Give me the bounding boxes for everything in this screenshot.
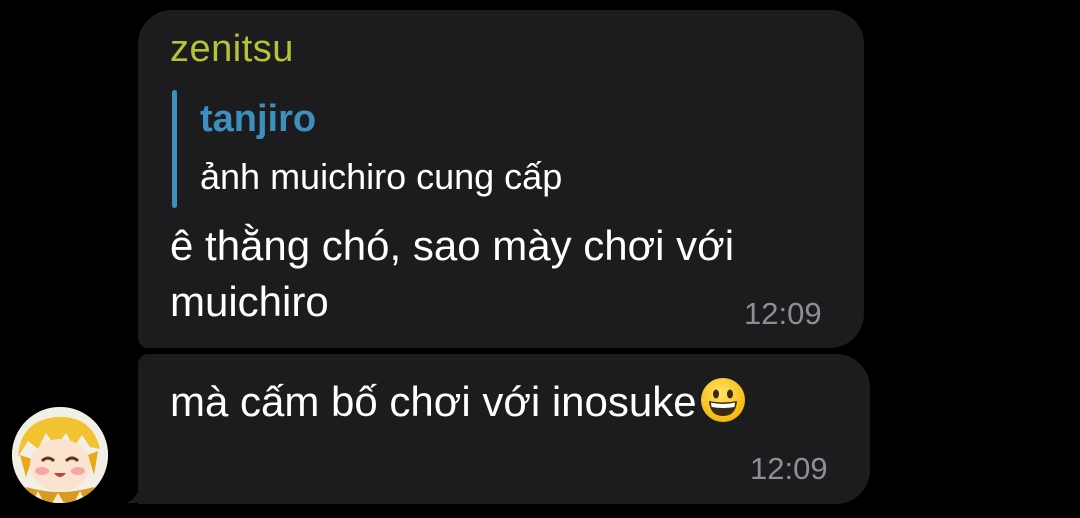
grinning-face-emoji-icon	[700, 378, 745, 422]
message-line: mà cấm bố chơi với inosuke	[170, 374, 747, 430]
message-bubble[interactable]: zenitsu tanjiro ảnh muichiro cung cấp ê …	[138, 10, 864, 348]
avatar[interactable]	[12, 407, 108, 503]
sender-name[interactable]: zenitsu	[170, 28, 294, 71]
bubble-tail	[126, 462, 180, 504]
message-text: ê thằng chó, sao mày chơi với muichiro	[170, 222, 735, 325]
message-bubble[interactable]: mà cấm bố chơi với inosuke 12:09	[138, 354, 870, 504]
message-text: mà cấm bố chơi với inosuke	[170, 378, 697, 425]
message-timestamp: 12:09	[750, 451, 828, 486]
reply-accent-bar	[172, 90, 177, 208]
reply-sender-name: tanjiro	[200, 98, 317, 140]
message-timestamp: 12:09	[744, 296, 822, 331]
reply-text: ảnh muichiro cung cấp	[200, 156, 563, 197]
reply-preview[interactable]: tanjiro ảnh muichiro cung cấp	[172, 90, 792, 208]
zenitsu-avatar-icon	[12, 407, 108, 503]
chat-view: zenitsu tanjiro ảnh muichiro cung cấp ê …	[0, 0, 1080, 518]
